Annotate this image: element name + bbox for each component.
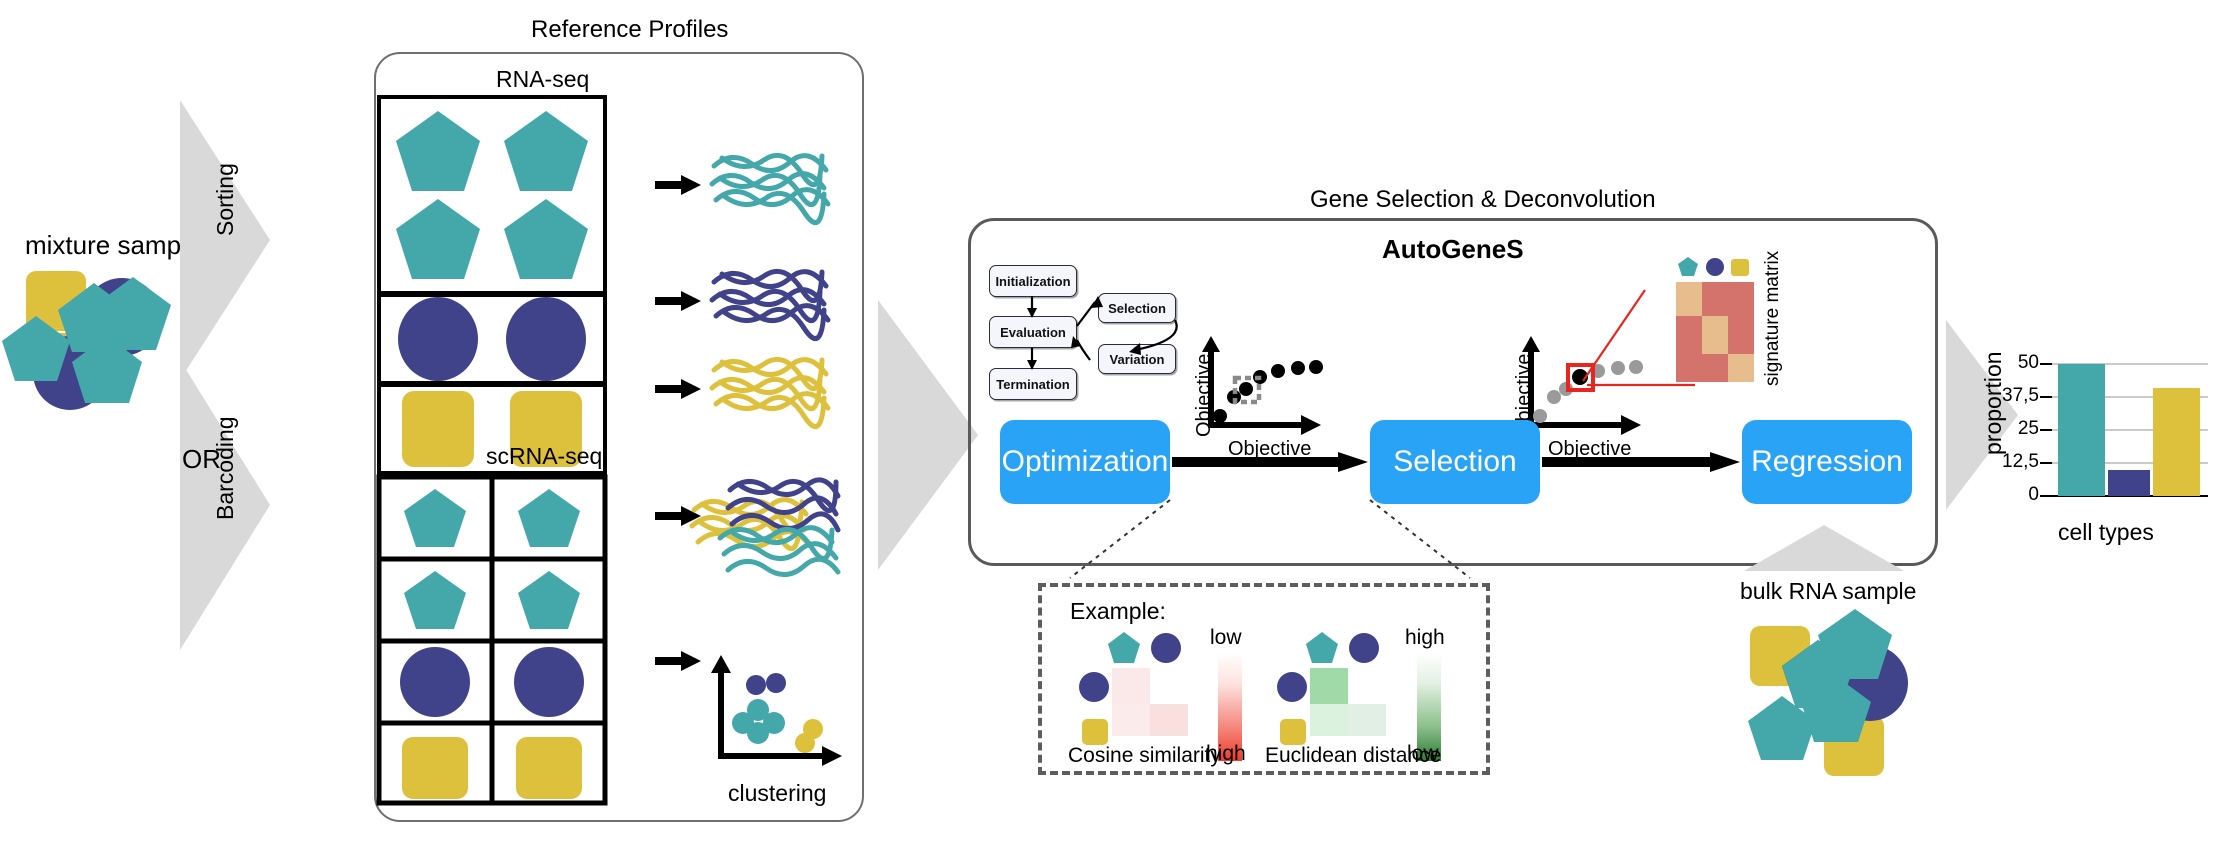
scrna-seq-grid [376,474,608,806]
pipeline-arrow-sel-reg [1542,452,1740,472]
bulk-rna-sample-cluster [1740,608,1940,778]
chart-ytick-25: 25 [2017,418,2039,439]
arrow-scrnaseq-clustering [655,650,701,672]
rna-strands-teal [709,140,831,230]
chart-xlabel: cell types [2058,519,2154,545]
signature-matrix [1675,256,1755,386]
gene-selection-title: Gene Selection & Deconvolution [1310,186,1656,213]
chart-ytick-0: 0 [2028,484,2039,505]
euclidean-distance-matrix [1277,630,1408,745]
cosine-scale-top-label: low [1210,626,1242,649]
or-label: OR [182,444,221,474]
cosine-caption: Cosine similarity [1068,744,1221,767]
rna-strands-navy [709,256,831,346]
mixture-sample-label: mixture sample [25,230,202,260]
euclidean-caption: Euclidean distance [1265,744,1442,767]
chart-ylabel: proportion [1980,351,2006,455]
clustering-plot [710,655,850,780]
pareto-left-ylabel: Objective [1193,353,1215,437]
ga-cycle-arrows [985,260,1185,405]
to-autogenes-arrow [878,300,978,570]
pipeline-step-optimization[interactable]: Optimization [1000,420,1170,504]
bulk-rna-up-arrow [1744,525,1904,571]
arrow-rnaseq-teal [655,174,701,196]
sorting-label: Sorting [212,163,238,236]
arrow-rnaseq-yellow [655,378,701,400]
sorting-arrow [180,100,270,380]
clustering-label: clustering [728,780,827,806]
rna-strands-yellow [709,344,831,434]
chart-ytick-50: 50 [2017,352,2039,373]
autogenes-title: AutoGeneS [1382,234,1524,264]
arrow-rnaseq-navy [655,290,701,312]
cosine-similarity-matrix [1079,630,1210,745]
rna-seq-row-navy [377,293,607,385]
rna-seq-title: RNA-seq [496,66,590,92]
pipeline-arrow-opt-sel [1172,452,1368,472]
euclidean-scale-top-label: high [1405,626,1445,649]
pipeline-step-selection[interactable]: Selection [1370,420,1540,504]
bulk-rna-sample-label: bulk RNA sample [1740,578,1917,604]
rna-strands-mixed [689,460,841,580]
signature-matrix-label: signature matrix [1762,250,1783,386]
example-title: Example: [1070,598,1166,624]
rna-seq-row-teal [377,95,607,295]
reference-profiles-title: Reference Profiles [531,16,729,43]
example-leader-lines [1069,499,1471,580]
scrna-seq-title: scRNA-seq [486,443,603,469]
pipeline-step-regression[interactable]: Regression [1742,420,1912,504]
